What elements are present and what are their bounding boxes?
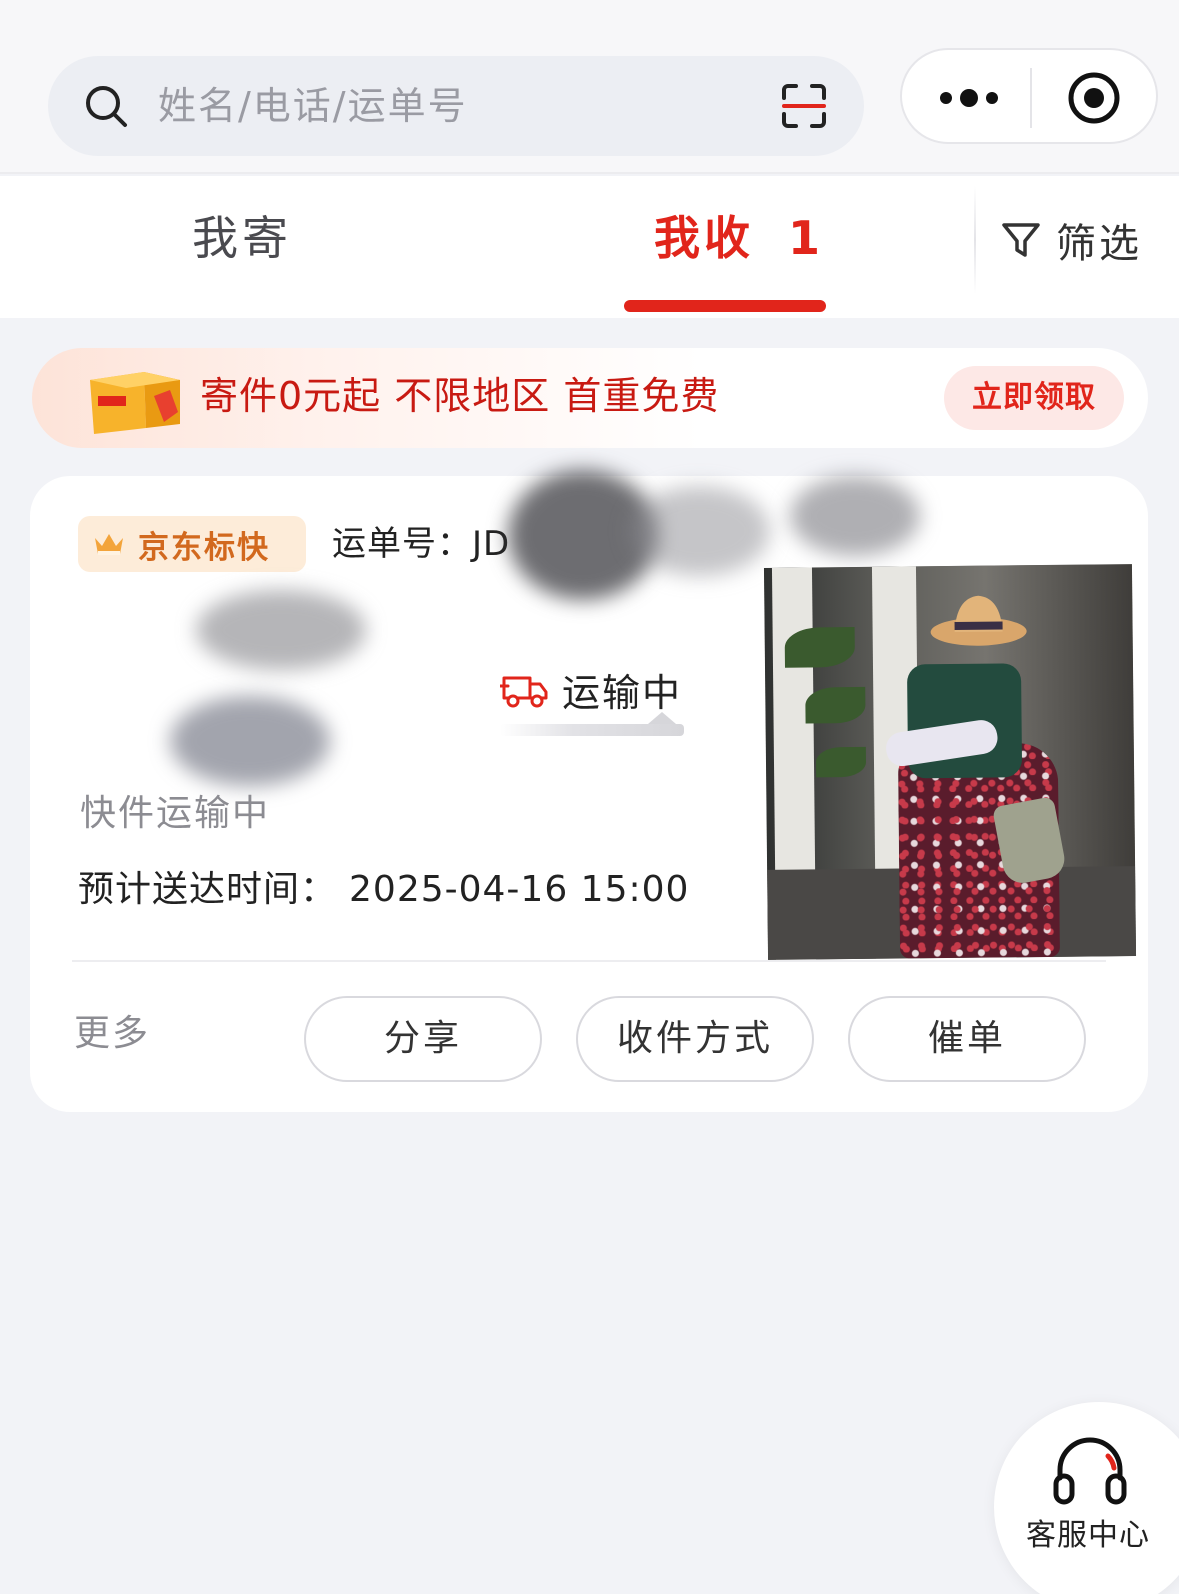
urge-button[interactable]: 催单 (848, 996, 1086, 1082)
tab-divider (974, 186, 976, 294)
filter-label: 筛选 (1056, 221, 1142, 267)
record-icon[interactable] (1066, 70, 1122, 126)
scan-icon[interactable] (780, 82, 828, 130)
truck-icon (500, 676, 548, 707)
estimated-delivery: 预计送达时间： 2025-04-16 15:00 (78, 860, 689, 912)
more-link[interactable]: 更多 (74, 1004, 150, 1056)
filter-button[interactable]: 筛选 (1000, 212, 1142, 268)
overlay-photo (763, 564, 1137, 960)
tab-receive-label: 我收 (654, 211, 754, 265)
promo-banner[interactable]: 寄件0元起 不限地区 首重免费 立即领取 (32, 348, 1148, 448)
tab-receive-count: 1 (788, 211, 825, 265)
more-dots-icon[interactable] (936, 80, 1002, 116)
service-badge: 京东标快 (78, 516, 306, 572)
card-divider (72, 960, 1106, 962)
redaction-smudge (630, 486, 770, 576)
tab-bar: 我寄 我收 1 筛选 (0, 176, 1179, 318)
mini-program-capsule (900, 48, 1158, 144)
package-icon (90, 372, 180, 434)
shipment-status-label: 运输中 (562, 671, 683, 715)
search-placeholder[interactable]: 姓名/电话/运单号 (158, 80, 468, 132)
eta-label: 预计送达时间： (78, 869, 338, 910)
transit-note: 快件运输中 (80, 793, 271, 834)
customer-service-button[interactable]: 客服中心 (994, 1402, 1179, 1594)
search-bar[interactable]: 姓名/电话/运单号 (48, 56, 864, 156)
headset-icon (1053, 1437, 1127, 1505)
waybill-value: JD (472, 524, 511, 564)
eta-value: 2025-04-16 15:00 (349, 869, 690, 910)
top-bar: 姓名/电话/运单号 (0, 0, 1179, 174)
shipment-status: 运输中 (500, 662, 682, 717)
share-button[interactable]: 分享 (304, 996, 542, 1082)
customer-service-label: 客服中心 (1026, 1518, 1150, 1553)
route-progress-line (500, 712, 684, 736)
waybill-number[interactable]: 运单号：JD (332, 514, 510, 574)
capsule-divider (1030, 68, 1032, 128)
claim-button[interactable]: 立即领取 (944, 366, 1124, 430)
tab-send[interactable]: 我寄 (192, 206, 292, 270)
active-tab-indicator (624, 300, 826, 312)
search-icon (86, 86, 127, 127)
promo-text: 寄件0元起 不限地区 首重免费 (200, 374, 720, 418)
filter-icon (1002, 223, 1040, 257)
photo-hat (930, 595, 1027, 646)
crown-icon (95, 534, 123, 555)
redaction-smudge (170, 696, 330, 786)
redaction-smudge (196, 590, 366, 670)
service-badge-label: 京东标快 (138, 529, 270, 566)
waybill-label: 运单号： (332, 524, 472, 564)
tab-receive[interactable]: 我收 1 (654, 206, 824, 270)
delivery-method-button[interactable]: 收件方式 (576, 996, 814, 1082)
redaction-smudge (790, 476, 920, 556)
